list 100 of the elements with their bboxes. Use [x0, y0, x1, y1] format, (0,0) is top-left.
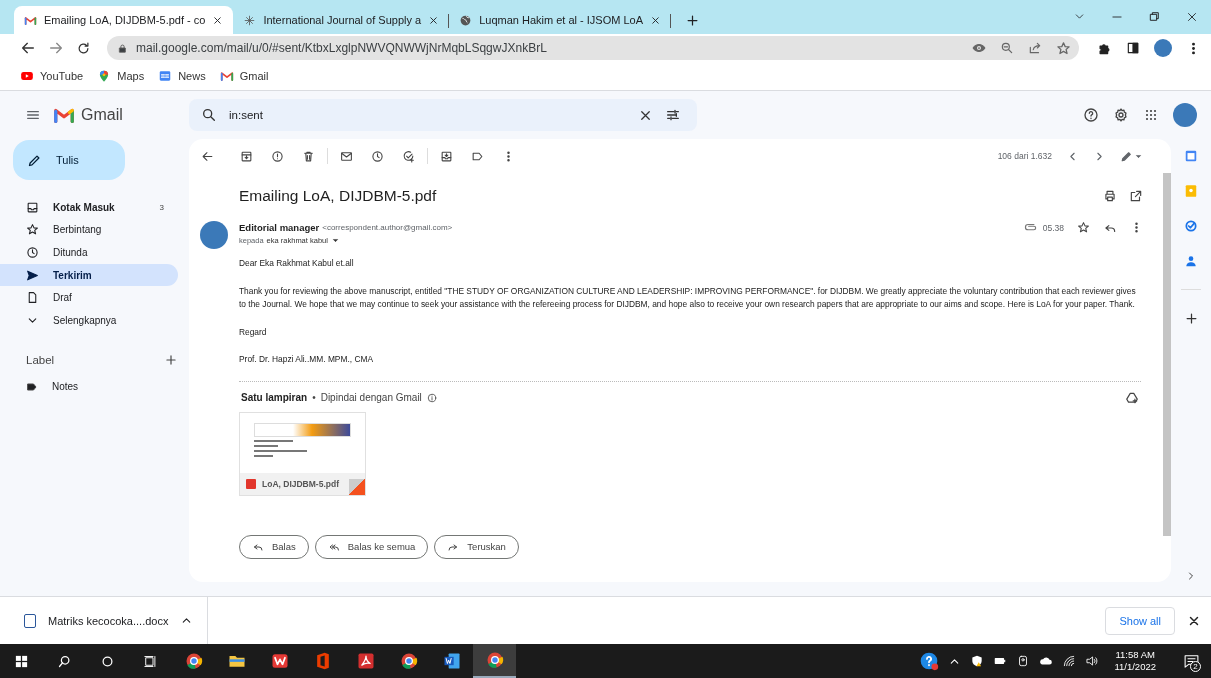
- search-field[interactable]: in:sent: [189, 99, 697, 131]
- reply-action-button[interactable]: Teruskan: [434, 534, 519, 559]
- document-icon: [24, 613, 36, 628]
- archive-icon[interactable]: [240, 149, 253, 163]
- search-icon[interactable]: [57, 653, 72, 669]
- settings-icon[interactable]: [1113, 107, 1129, 123]
- circle-icon[interactable]: [100, 653, 115, 669]
- task-view-icon[interactable]: [143, 653, 158, 669]
- reply-action-button[interactable]: Balas ke semua: [314, 534, 429, 559]
- add-to-drive-icon[interactable]: [1125, 390, 1139, 405]
- file-icon: [26, 291, 39, 305]
- app-logo-text: Gmail: [81, 106, 123, 124]
- windows-start-icon[interactable]: [14, 653, 29, 669]
- help-icon[interactable]: [1083, 107, 1099, 123]
- star-icon[interactable]: [1056, 40, 1071, 56]
- browser-tab[interactable]: International Journal of Supply a: [233, 6, 450, 34]
- forward-icon[interactable]: [48, 40, 64, 56]
- attachment-card[interactable]: LoA, DIJDBM-5.pdf: [239, 411, 366, 496]
- pencil-icon: [1120, 149, 1133, 163]
- info-icon[interactable]: [426, 392, 437, 403]
- attachments-title: Satu lampiran: [241, 392, 308, 404]
- report-icon[interactable]: [271, 149, 284, 163]
- sender-avatar: [200, 221, 228, 249]
- bookmark[interactable]: Gmail: [219, 69, 269, 83]
- back-icon[interactable]: [20, 40, 36, 56]
- contacts-icon[interactable]: [1184, 254, 1198, 268]
- close-icon[interactable]: [212, 14, 224, 26]
- scrollbar[interactable]: [1163, 173, 1171, 536]
- calendar-icon[interactable]: [1184, 149, 1198, 163]
- clock[interactable]: 11:58 AM 11/1/2022: [1108, 649, 1162, 673]
- label-tag-icon: [26, 380, 38, 393]
- clock-icon: [26, 246, 39, 259]
- attachment-name: LoA, DIJDBM-5.pdf: [262, 478, 339, 489]
- download-item[interactable]: Matriks kecocoka....docx: [48, 614, 169, 627]
- show-all-button[interactable]: Show all: [1105, 606, 1175, 635]
- label-item[interactable]: Notes: [0, 374, 189, 399]
- scan-note: Dipindai dengan Gmail: [320, 392, 422, 404]
- apps-grid-icon[interactable]: [1143, 107, 1159, 123]
- notification-center[interactable]: 2: [1171, 644, 1211, 678]
- plus-icon[interactable]: [1183, 311, 1199, 326]
- profile-avatar[interactable]: [1173, 103, 1197, 127]
- sidebar-item[interactable]: Selengkapnya: [0, 308, 178, 332]
- email-paragraph: Prof. Dr. Hapzi Ali..MM. MPM., CMA: [239, 353, 374, 367]
- trash-icon[interactable]: [302, 149, 315, 163]
- chat-bubble-icon: [1182, 652, 1200, 670]
- gmail-logo-icon: [219, 69, 234, 83]
- zoom-out-icon[interactable]: [1000, 40, 1014, 55]
- sidebar-item[interactable]: Berbintang: [0, 218, 178, 242]
- inbox-icon: [26, 200, 39, 214]
- search-icon[interactable]: [201, 107, 217, 123]
- browser-tab[interactable]: Emailing LoA, DIJDBM-5.pdf - co: [14, 6, 234, 34]
- sidebar-item[interactable]: Kotak Masuk 3: [0, 196, 178, 219]
- sender-email: <correspondent.author@gmail.com>: [322, 223, 453, 232]
- help-icon[interactable]: [919, 651, 940, 671]
- close-icon[interactable]: [650, 14, 661, 26]
- profile-avatar[interactable]: [1154, 39, 1172, 57]
- cloud-icon[interactable]: [1039, 654, 1054, 668]
- open-new-window-icon[interactable]: [1129, 189, 1143, 203]
- share-icon[interactable]: [1028, 40, 1042, 55]
- wifi-icon[interactable]: [1062, 654, 1077, 668]
- speaker-icon[interactable]: [1085, 654, 1100, 668]
- mail-icon[interactable]: [340, 149, 353, 163]
- star-icon[interactable]: [1077, 221, 1090, 234]
- sidebar-item[interactable]: Ditunda: [0, 241, 178, 264]
- browser-tab[interactable]: Luqman Hakim et al - IJSOM LoA: [449, 6, 671, 34]
- tasks-icon[interactable]: [1184, 219, 1198, 233]
- send-icon: [26, 268, 39, 282]
- edit-dropdown[interactable]: [1120, 149, 1143, 163]
- news-icon: [158, 69, 173, 83]
- side-panel-icon[interactable]: [1126, 41, 1140, 55]
- reload-icon[interactable]: [76, 40, 91, 56]
- bookmark[interactable]: YouTube: [20, 69, 84, 83]
- plus-icon[interactable]: [685, 13, 700, 28]
- email-paragraph: Regard: [239, 325, 268, 339]
- move-to-inbox-icon[interactable]: [440, 149, 453, 163]
- add-task-icon[interactable]: [402, 149, 415, 163]
- sidebar-item[interactable]: Terkirim: [0, 263, 178, 287]
- taskbar-app[interactable]: [473, 644, 516, 678]
- star-icon: [26, 223, 39, 237]
- globe-icon: [459, 13, 473, 27]
- email-paragraph: Thank you for reviewing the above manuscript, entitled "THE STUDY OF ORGANIZATION CULTURE AND LEADERSHIP: IMPROVING PERFORMANCE". for DIJDBM. We greatly appreciate the voluntary contribution that each reviewer gives to the Journal. We hope that we may continue to seek your assistance with the refereeing process for DIJDBM, and hope also to receive your own research papers that are appropriate to our aims and scope. Here is LoA for your paper. Thank.: [239, 284, 1137, 312]
- close-icon[interactable]: [1185, 10, 1199, 24]
- compose-button[interactable]: Tulis: [13, 140, 125, 180]
- section-heading: Label: [26, 353, 55, 366]
- bookmark[interactable]: News: [158, 69, 206, 83]
- filter-sliders-icon[interactable]: [665, 107, 681, 123]
- reply-action-button[interactable]: Balas: [239, 534, 309, 559]
- email-paragraph: Dear Eka Rakhmat Kabul et.all: [239, 257, 355, 270]
- message-time: 05.38: [1042, 222, 1064, 233]
- back-icon[interactable]: [201, 149, 214, 163]
- restore-icon[interactable]: [1148, 10, 1161, 23]
- bookmark[interactable]: Maps: [97, 69, 145, 83]
- print-icon[interactable]: [1103, 189, 1117, 203]
- shield-icon[interactable]: [970, 654, 985, 668]
- message-position: 106 dari 1.632: [997, 151, 1052, 161]
- close-icon[interactable]: [428, 14, 440, 26]
- clock-icon[interactable]: [371, 149, 384, 163]
- email-subject: Emailing LoA, DIJDBM-5.pdf: [239, 187, 437, 205]
- sidebar-item[interactable]: Draf: [0, 286, 178, 309]
- flower-icon: [243, 13, 257, 27]
